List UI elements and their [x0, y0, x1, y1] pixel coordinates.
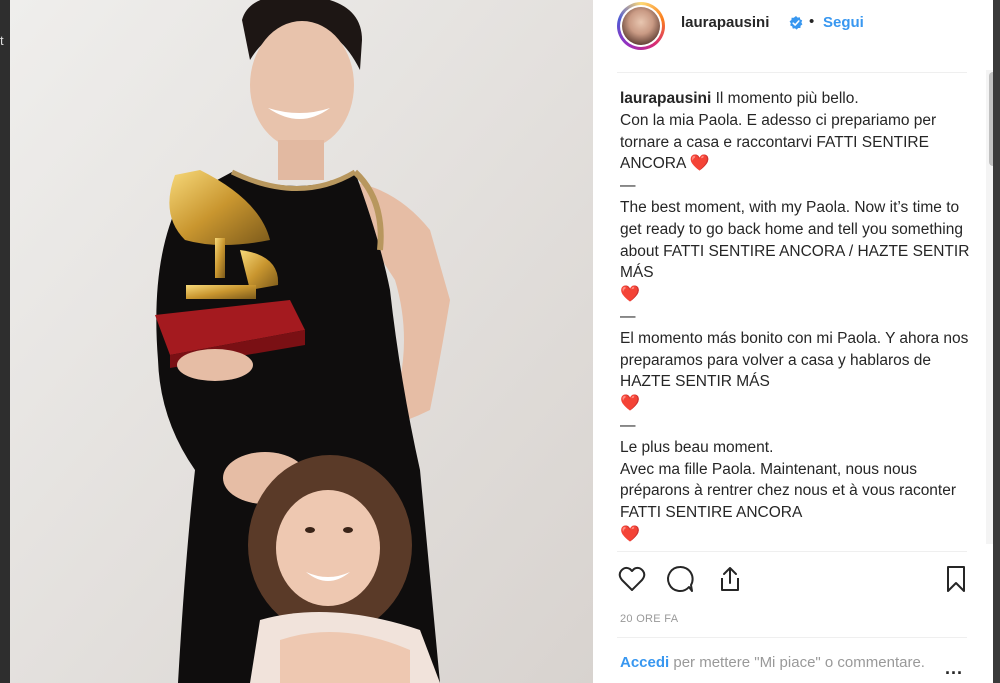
- footer-divider: [617, 637, 967, 638]
- caption-text: Avec ma fille Paola. Maintenant, nous no…: [620, 460, 957, 522]
- username-link[interactable]: laurapausini: [681, 14, 769, 31]
- caption-line: —: [620, 307, 636, 325]
- login-link[interactable]: Accedi: [620, 654, 669, 671]
- heart-like-icon[interactable]: [617, 564, 647, 594]
- bookmark-icon[interactable]: [941, 564, 971, 594]
- caption-line: The best moment, with my Paola. Now it’s…: [620, 197, 970, 306]
- backdrop-left: t: [0, 0, 10, 683]
- caption-line: —: [620, 416, 636, 434]
- comment-icon[interactable]: [665, 564, 695, 594]
- heart-emoji-icon: ❤️: [689, 155, 710, 173]
- avatar: [620, 5, 662, 47]
- backdrop-glyph: t: [0, 33, 4, 48]
- login-prompt-text: per mettere "Mi piace" o commentare.: [673, 654, 925, 671]
- caption-line: Le plus beau moment.: [620, 438, 774, 456]
- header-separator: •: [809, 13, 815, 30]
- heart-emoji-icon: ❤️: [620, 525, 640, 543]
- actions-divider: [617, 551, 967, 552]
- post-panel: laurapausini • Segui laurapausini Il mom…: [593, 0, 1000, 683]
- header-divider: [617, 72, 967, 73]
- post-photo[interactable]: [10, 0, 593, 683]
- caption-text: Con la mia Paola. E adesso ci prepariamo…: [620, 111, 937, 173]
- login-prompt: Accedi per mettere "Mi piace" o commenta…: [620, 653, 940, 673]
- caption-line: Avec ma fille Paola. Maintenant, nous no…: [620, 459, 970, 546]
- post-header: laurapausini • Segui: [593, 0, 993, 72]
- post-timestamp[interactable]: 20 ORE FA: [620, 613, 678, 625]
- caption-line: Con la mia Paola. E adesso ci prepariamo…: [620, 110, 970, 175]
- avatar-image: [622, 7, 660, 45]
- caption-line: laurapausini Il momento più bello.: [620, 88, 970, 110]
- caption-line: El momento más bonito con mi Paola. Y ah…: [620, 328, 970, 415]
- verified-badge-icon: [789, 16, 803, 30]
- more-options-button[interactable]: ...: [945, 658, 963, 679]
- follow-button[interactable]: Segui: [823, 14, 864, 31]
- photo-illustration: [10, 0, 593, 683]
- heart-emoji-icon: ❤️: [620, 286, 640, 304]
- caption-text: Il momento più bello.: [715, 90, 859, 107]
- caption-username-link[interactable]: laurapausini: [620, 90, 711, 107]
- avatar-story-ring[interactable]: [617, 2, 665, 50]
- share-icon[interactable]: [715, 564, 745, 594]
- window-edge: [993, 0, 1000, 683]
- heart-emoji-icon: ❤️: [620, 395, 640, 413]
- post-actions: [593, 558, 993, 602]
- caption-line: —: [620, 177, 636, 195]
- post-caption: laurapausini Il momento più bello. Con l…: [620, 88, 970, 550]
- caption-text: El momento más bonito con mi Paola. Y ah…: [620, 329, 969, 391]
- caption-text: The best moment, with my Paola. Now it’s…: [620, 198, 970, 282]
